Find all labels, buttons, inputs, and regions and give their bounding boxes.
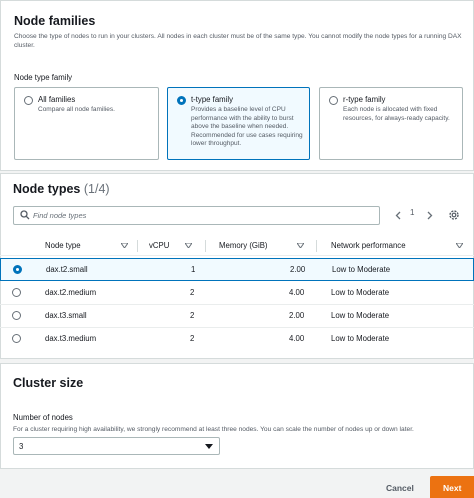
cell-memory: 4.00 — [289, 288, 305, 297]
node-types-count: (1/4) — [83, 182, 110, 196]
tile-all-families[interactable]: All families Compare all node families. — [14, 87, 159, 160]
column-header-vcpu[interactable]: vCPU — [149, 241, 169, 250]
cell-node-type: dax.t2.small — [46, 265, 88, 274]
search-icon — [20, 210, 30, 220]
cell-vcpu: 2 — [190, 311, 195, 320]
column-header-memory[interactable]: Memory (GiB) — [219, 241, 268, 250]
tile-title: All families — [38, 95, 76, 104]
tile-description: Compare all node families. — [38, 106, 115, 113]
cell-network: Low to Moderate — [331, 311, 390, 320]
row-radio[interactable] — [13, 265, 22, 274]
cluster-size-title: Cluster size — [13, 376, 84, 390]
table-row[interactable]: dax.t3.medium 2 4.00 Low to Moderate — [0, 328, 474, 351]
cell-vcpu: 1 — [191, 265, 196, 274]
radio-r-type-family[interactable] — [329, 96, 338, 105]
node-types-title: Node types (1/4) — [13, 182, 110, 196]
table-row[interactable]: dax.t2.small 1 2.00 Low to Moderate — [0, 258, 474, 281]
dropdown-caret-icon — [205, 444, 213, 449]
column-header-network[interactable]: Network performance — [331, 241, 406, 250]
cell-network: Low to Moderate — [331, 334, 390, 343]
select-value: 3 — [19, 442, 24, 451]
row-radio[interactable] — [12, 288, 21, 297]
cell-network: Low to Moderate — [331, 288, 390, 297]
number-of-nodes-label: Number of nodes — [13, 413, 73, 422]
next-button[interactable]: Next — [430, 476, 474, 498]
cell-vcpu: 2 — [190, 288, 195, 297]
column-divider — [205, 240, 206, 252]
cell-node-type: dax.t2.medium — [45, 288, 97, 297]
tile-t-type-family[interactable]: t-type family Provides a baseline level … — [167, 87, 310, 160]
sort-caret-icon[interactable] — [297, 243, 304, 248]
node-families-title: Node families — [14, 14, 96, 28]
column-header-node-type[interactable]: Node type — [45, 241, 81, 250]
radio-all-families[interactable] — [24, 96, 33, 105]
chevron-right-icon[interactable] — [427, 211, 433, 220]
search-box[interactable] — [13, 206, 380, 225]
tile-r-type-family[interactable]: r-type family Each node is allocated wit… — [319, 87, 463, 160]
number-of-nodes-description: For a cluster requiring high availabilit… — [13, 426, 414, 433]
column-divider — [316, 240, 317, 252]
next-button-label: Next — [443, 483, 462, 493]
cell-memory: 2.00 — [290, 265, 306, 274]
settings-icon[interactable] — [448, 209, 460, 221]
sort-caret-icon[interactable] — [121, 243, 128, 248]
tile-title: t-type family — [191, 95, 234, 104]
node-families-panel: Node families Choose the type of nodes t… — [0, 0, 474, 171]
column-divider — [137, 240, 138, 252]
cell-memory: 4.00 — [289, 334, 305, 343]
tile-description: Provides a baseline level of CPU perform… — [191, 106, 303, 148]
table-row[interactable]: dax.t2.medium 2 4.00 Low to Moderate — [0, 282, 474, 305]
number-of-nodes-select[interactable]: 3 — [13, 437, 220, 455]
page-number[interactable]: 1 — [410, 208, 414, 217]
tile-description: Each node is allocated with fixed resour… — [343, 106, 450, 122]
cell-network: Low to Moderate — [332, 265, 391, 274]
tile-title: r-type family — [343, 95, 386, 104]
table-row[interactable]: dax.t3.small 2 2.00 Low to Moderate — [0, 305, 474, 328]
table-header: Node type vCPU Memory (GiB) Network perf… — [0, 236, 474, 256]
radio-t-type-family[interactable] — [177, 96, 186, 105]
sort-caret-icon[interactable] — [185, 243, 192, 248]
search-input[interactable] — [33, 209, 373, 222]
row-radio[interactable] — [12, 311, 21, 320]
row-radio[interactable] — [12, 334, 21, 343]
sort-caret-icon[interactable] — [456, 243, 463, 248]
cell-node-type: dax.t3.medium — [45, 334, 97, 343]
cancel-button[interactable]: Cancel — [386, 483, 414, 493]
cell-node-type: dax.t3.small — [45, 311, 87, 320]
node-type-family-label: Node type family — [14, 73, 73, 82]
cell-vcpu: 2 — [190, 334, 195, 343]
node-families-description: Choose the type of nodes to run in your … — [14, 33, 462, 49]
cell-memory: 2.00 — [289, 311, 305, 320]
chevron-left-icon[interactable] — [395, 211, 401, 220]
